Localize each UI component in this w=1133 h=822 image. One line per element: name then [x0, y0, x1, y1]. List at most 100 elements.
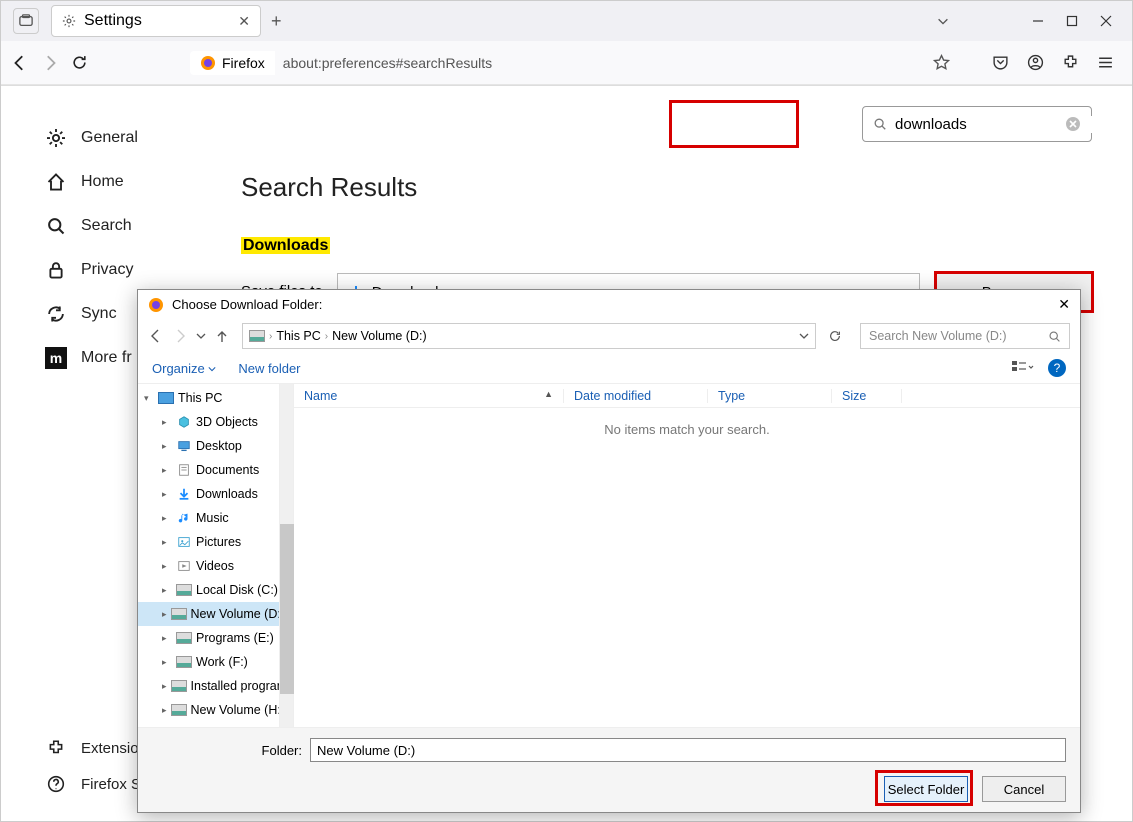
sync-icon [45, 303, 67, 325]
tree-item[interactable]: ▾This PC [138, 386, 279, 410]
sidebar-item-label: Privacy [81, 261, 133, 279]
help-icon [45, 773, 67, 795]
sidebar-item-extensions[interactable]: Extension [45, 730, 149, 766]
extensions-icon[interactable] [1062, 54, 1079, 71]
back-button[interactable] [11, 54, 29, 72]
tree-item[interactable]: ▸Documents [138, 458, 279, 482]
recent-tabs-button[interactable] [13, 8, 39, 34]
minimize-button[interactable] [1032, 15, 1044, 27]
tree-item[interactable]: ▸Desktop [138, 434, 279, 458]
dialog-forward-button[interactable] [172, 328, 188, 344]
dialog-footer: Folder: Select Folder Cancel [138, 727, 1080, 812]
extensions-icon [45, 737, 67, 759]
col-date[interactable]: Date modified [564, 389, 708, 403]
section-heading-downloads: Downloads [241, 237, 330, 254]
sidebar-item-label: More fr [81, 349, 132, 367]
folder-tree[interactable]: ▾This PC▸3D Objects▸Desktop▸Documents▸Do… [138, 384, 280, 727]
tab-settings[interactable]: Settings ✕ [51, 5, 261, 37]
clear-search-icon[interactable] [1065, 116, 1081, 132]
new-tab-button[interactable]: + [271, 11, 282, 32]
identity-label: Firefox [222, 55, 265, 71]
tab-close-icon[interactable]: ✕ [238, 13, 250, 30]
search-placeholder: Search New Volume (D:) [869, 329, 1007, 343]
dialog-title: Choose Download Folder: [172, 297, 322, 312]
forward-button[interactable] [41, 54, 59, 72]
refresh-button[interactable] [828, 329, 852, 343]
sort-indicator-icon: ▲ [544, 389, 553, 403]
maximize-button[interactable] [1066, 15, 1078, 27]
pocket-icon[interactable] [992, 54, 1009, 71]
cancel-button[interactable]: Cancel [982, 776, 1066, 802]
col-type[interactable]: Type [708, 389, 832, 403]
tree-item[interactable]: ▸New Volume (H:) [138, 698, 279, 722]
titlebar: Settings ✕ + [1, 1, 1132, 41]
browser-chrome: Settings ✕ + Firefox about:preferences#s… [1, 1, 1132, 86]
breadcrumb-segment[interactable]: This PC [276, 329, 320, 343]
sidebar-item-general[interactable]: General [45, 116, 211, 160]
identity-box[interactable]: Firefox [190, 51, 275, 75]
sidebar-item-support[interactable]: Firefox Su [45, 766, 149, 802]
dialog-back-button[interactable] [148, 328, 164, 344]
tree-scrollbar[interactable] [280, 384, 294, 727]
sidebar-item-label: General [81, 129, 138, 147]
url-text: about:preferences#searchResults [275, 51, 933, 75]
dialog-up-button[interactable] [214, 328, 230, 344]
tree-item[interactable]: ▸Local Disk (C:) [138, 578, 279, 602]
dialog-search-input[interactable]: Search New Volume (D:) [860, 323, 1070, 349]
urlbar[interactable]: Firefox about:preferences#searchResults [190, 51, 980, 75]
select-folder-button[interactable]: Select Folder [884, 776, 968, 802]
breadcrumb-bar[interactable]: › This PC › New Volume (D:) [242, 323, 816, 349]
sidebar-item-label: Sync [81, 305, 117, 323]
dialog-navbar: › This PC › New Volume (D:) Search New V… [138, 319, 1080, 353]
account-icon[interactable] [1027, 54, 1044, 71]
page-title: Search Results [241, 172, 1092, 203]
folder-field-label: Folder: [152, 743, 302, 758]
bookmark-star-icon[interactable] [933, 54, 950, 71]
file-list-area: Name▲ Date modified Type Size No items m… [294, 384, 1080, 727]
lock-icon [45, 259, 67, 281]
tree-item[interactable]: ▸Downloads [138, 482, 279, 506]
reload-button[interactable] [71, 54, 88, 71]
breadcrumb-dropdown-icon[interactable] [799, 331, 809, 341]
window-controls [936, 14, 1126, 28]
find-in-settings-input[interactable] [862, 106, 1092, 142]
tree-item[interactable]: ▸Pictures [138, 530, 279, 554]
col-size[interactable]: Size [832, 389, 902, 403]
tree-item[interactable]: ▸3D Objects [138, 410, 279, 434]
search-icon [1048, 330, 1061, 343]
sidebar-item-search[interactable]: Search [45, 204, 211, 248]
close-window-button[interactable] [1100, 15, 1112, 27]
empty-message: No items match your search. [294, 408, 1080, 437]
toolbar: Firefox about:preferences#searchResults [1, 41, 1132, 85]
tree-item[interactable]: ▸Programs (E:) [138, 626, 279, 650]
list-tabs-button[interactable] [936, 14, 950, 28]
search-icon [873, 117, 887, 131]
tree-item[interactable]: ▸Work (F:) [138, 650, 279, 674]
dialog-titlebar: Choose Download Folder: ✕ [138, 290, 1080, 319]
view-options-button[interactable] [1012, 360, 1034, 376]
gear-icon [45, 127, 67, 149]
tree-item[interactable]: ▸Installed program [138, 674, 279, 698]
search-icon [45, 215, 67, 237]
new-folder-button[interactable]: New folder [238, 361, 300, 376]
folder-name-input[interactable] [310, 738, 1066, 762]
recent-locations-button[interactable] [196, 331, 206, 341]
breadcrumb-segment[interactable]: New Volume (D:) [332, 329, 426, 343]
column-headers[interactable]: Name▲ Date modified Type Size [294, 384, 1080, 408]
help-icon[interactable]: ? [1048, 359, 1066, 377]
mozilla-icon: m [45, 347, 67, 369]
tree-item[interactable]: ▸New Volume (D:) [138, 602, 279, 626]
dialog-close-button[interactable]: ✕ [1058, 296, 1070, 313]
gear-icon [62, 14, 76, 28]
sidebar-item-privacy[interactable]: Privacy [45, 248, 211, 292]
tree-item[interactable]: ▸Music [138, 506, 279, 530]
sidebar-item-label: Home [81, 173, 124, 191]
tree-item[interactable]: ▸Videos [138, 554, 279, 578]
choose-download-folder-dialog: Choose Download Folder: ✕ › This PC › Ne… [137, 289, 1081, 813]
sidebar-item-label: Search [81, 217, 132, 235]
tab-label: Settings [84, 12, 142, 30]
sidebar-item-home[interactable]: Home [45, 160, 211, 204]
menu-icon[interactable] [1097, 54, 1114, 71]
annotation-highlight [669, 100, 799, 148]
organize-button[interactable]: Organize [152, 361, 216, 376]
